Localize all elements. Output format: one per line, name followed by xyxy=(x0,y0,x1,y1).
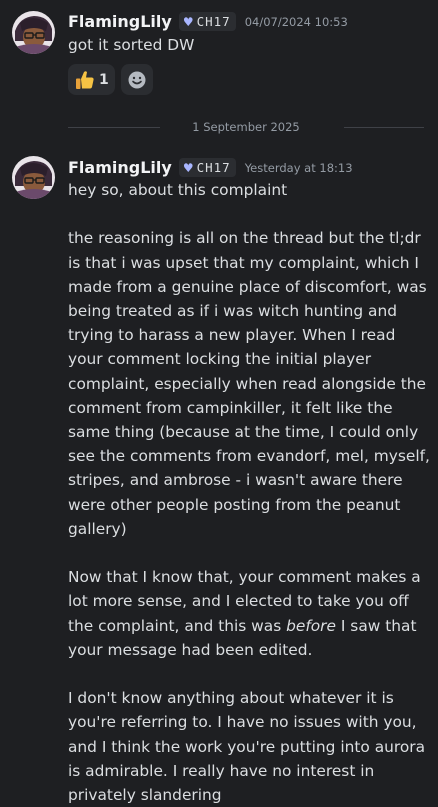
avatar-image xyxy=(12,156,55,199)
message-header: FlamingLily ♥ CH17 04/07/2024 10:53 xyxy=(68,12,348,31)
message-paragraph: hey so, about this complaint xyxy=(68,181,288,199)
username[interactable]: FlamingLily xyxy=(68,158,172,177)
message-text: got it sorted DW xyxy=(68,36,195,54)
reaction-thumbs-up[interactable]: 1 xyxy=(68,64,115,95)
avatar[interactable] xyxy=(12,11,55,54)
message-1: FlamingLily ♥ CH17 04/07/2024 10:53 got … xyxy=(0,0,438,110)
server-tag[interactable]: ♥ CH17 xyxy=(178,158,236,177)
heart-icon: ♥ xyxy=(182,14,194,29)
server-tag-label: CH17 xyxy=(196,14,231,29)
thumbs-up-icon xyxy=(76,70,94,89)
message-paragraph: I don't know anything about whatever it … xyxy=(68,689,426,805)
add-reaction-button[interactable] xyxy=(120,64,153,95)
message-paragraph: the reasoning is all on the thread but t… xyxy=(68,229,430,538)
message-paragraph: Now that I know that, your comment makes… xyxy=(68,565,434,662)
message-content: got it sorted DW xyxy=(68,33,434,57)
date-divider: 1 September 2025 xyxy=(68,120,424,134)
reactions: 1 xyxy=(68,64,153,95)
avatar-image xyxy=(12,11,55,54)
heart-icon: ♥ xyxy=(182,160,194,175)
message-content: hey so, about this complaint the reasoni… xyxy=(68,178,434,807)
reaction-count: 1 xyxy=(99,71,109,88)
server-tag[interactable]: ♥ CH17 xyxy=(178,12,236,31)
timestamp[interactable]: 04/07/2024 10:53 xyxy=(245,15,348,29)
avatar[interactable] xyxy=(12,156,55,199)
smiley-icon xyxy=(128,71,146,88)
message-2: FlamingLily ♥ CH17 Yesterday at 18:13 he… xyxy=(0,150,438,804)
message-header: FlamingLily ♥ CH17 Yesterday at 18:13 xyxy=(68,158,353,177)
date-divider-label: 1 September 2025 xyxy=(192,120,300,134)
server-tag-label: CH17 xyxy=(196,160,231,175)
emphasized-text: before xyxy=(286,616,336,635)
timestamp[interactable]: Yesterday at 18:13 xyxy=(245,161,353,175)
username[interactable]: FlamingLily xyxy=(68,12,172,31)
